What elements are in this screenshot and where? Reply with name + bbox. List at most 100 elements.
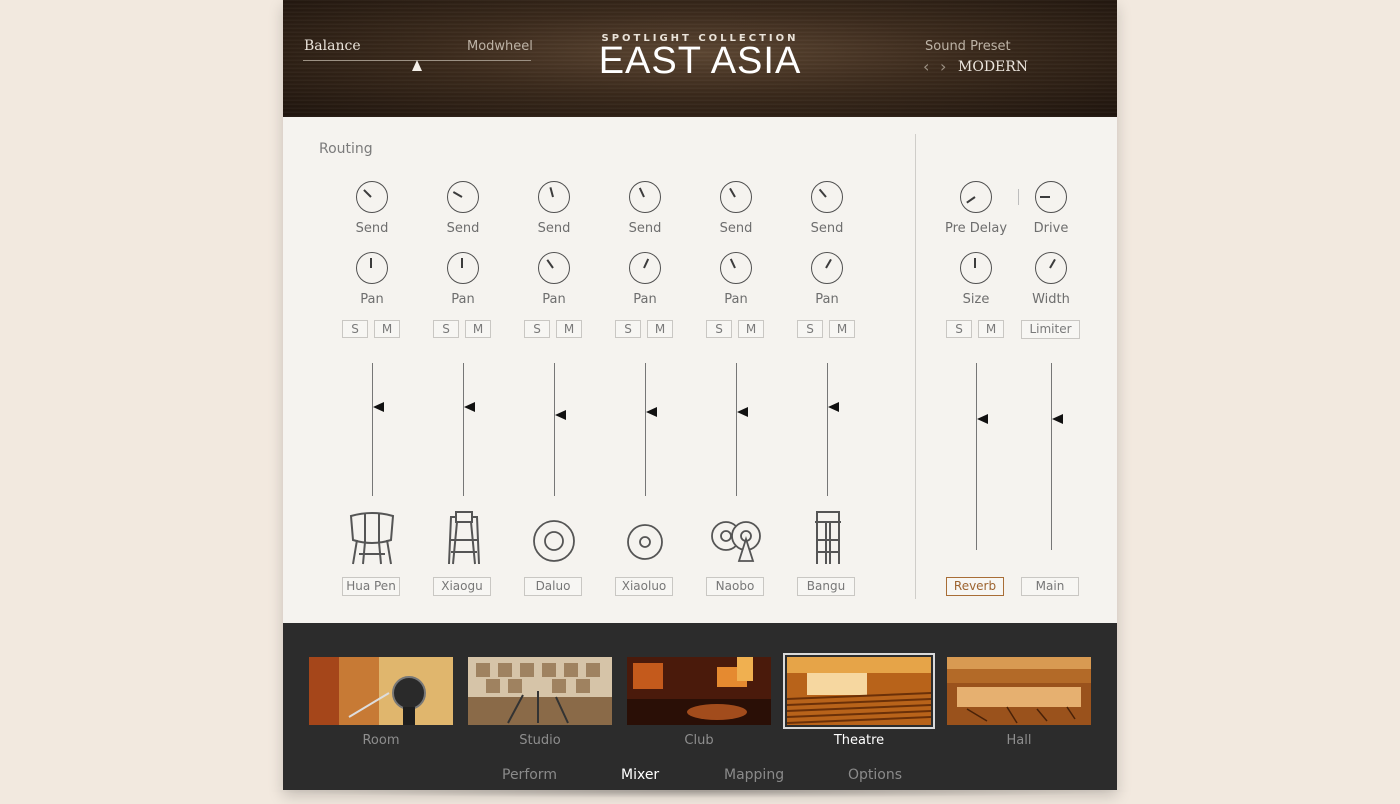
xiaoluo-gong-icon xyxy=(627,524,663,560)
send-knob[interactable] xyxy=(811,181,843,213)
east-asia-plugin-window: Balance Modwheel SPOTLIGHT COLLECTION EA… xyxy=(283,0,1117,790)
drive-knob[interactable] xyxy=(1035,181,1067,213)
send-label: Send xyxy=(719,221,753,236)
bangu-drum-icon xyxy=(815,511,841,564)
channel-label-daluo[interactable]: Daluo xyxy=(524,577,582,596)
sound-preset-value[interactable]: MODERN xyxy=(958,59,1028,75)
send-label: Send xyxy=(355,221,389,236)
fader-track[interactable] xyxy=(372,363,373,496)
hall-thumbnail[interactable] xyxy=(947,657,1091,725)
fader-track[interactable] xyxy=(827,363,828,496)
send-knob[interactable] xyxy=(447,181,479,213)
mixer-panel: Routing Send Pan S M Hua Pen Send Pan S … xyxy=(283,117,1117,623)
send-label: Send xyxy=(537,221,571,236)
solo-button[interactable]: S xyxy=(524,320,550,338)
pan-label: Pan xyxy=(815,292,839,307)
mute-button[interactable]: M xyxy=(829,320,855,338)
pan-knob[interactable] xyxy=(356,252,388,284)
pan-knob[interactable] xyxy=(629,252,661,284)
fx-divider xyxy=(915,134,916,599)
sound-preset-label: Sound Preset xyxy=(925,39,1011,54)
reverb-channel-button[interactable]: Reverb xyxy=(946,577,1004,596)
width-knob[interactable] xyxy=(1035,252,1067,284)
solo-button[interactable]: S xyxy=(706,320,732,338)
hua-pen-drum-icon xyxy=(349,512,395,565)
room-label-studio[interactable]: Studio xyxy=(468,733,612,748)
pre-delay-knob[interactable] xyxy=(960,181,992,213)
fader-track[interactable] xyxy=(554,363,555,496)
mute-button[interactable]: M xyxy=(738,320,764,338)
naobo-cymbals-icon xyxy=(711,521,761,562)
channel-label-naobo[interactable]: Naobo xyxy=(706,577,764,596)
pan-label: Pan xyxy=(360,292,384,307)
pan-knob[interactable] xyxy=(720,252,752,284)
pan-label: Pan xyxy=(451,292,475,307)
main-fader-track[interactable] xyxy=(1051,363,1052,550)
preset-next-icon[interactable]: › xyxy=(940,57,946,76)
mute-button[interactable]: M xyxy=(556,320,582,338)
channel-label-hua-pen[interactable]: Hua Pen xyxy=(342,577,400,596)
preset-previous-icon[interactable]: ‹ xyxy=(923,57,929,76)
reverb-fader-track[interactable] xyxy=(976,363,977,550)
channel-label-bangu[interactable]: Bangu xyxy=(797,577,855,596)
solo-button[interactable]: S xyxy=(433,320,459,338)
pan-label: Pan xyxy=(724,292,748,307)
solo-button[interactable]: S xyxy=(946,320,972,338)
solo-button[interactable]: S xyxy=(342,320,368,338)
send-label: Send xyxy=(446,221,480,236)
room-label-theatre[interactable]: Theatre xyxy=(787,733,931,748)
send-label: Send xyxy=(810,221,844,236)
studio-thumbnail[interactable] xyxy=(468,657,612,725)
pan-knob[interactable] xyxy=(538,252,570,284)
room-label-room[interactable]: Room xyxy=(309,733,453,748)
main-channel-button[interactable]: Main xyxy=(1021,577,1079,596)
pan-label: Pan xyxy=(633,292,657,307)
room-label-club[interactable]: Club xyxy=(627,733,771,748)
mute-button[interactable]: M xyxy=(465,320,491,338)
pan-knob[interactable] xyxy=(811,252,843,284)
pan-label: Pan xyxy=(542,292,566,307)
header: Balance Modwheel SPOTLIGHT COLLECTION EA… xyxy=(283,0,1117,117)
xiaogu-drum-icon xyxy=(448,511,480,565)
send-knob[interactable] xyxy=(720,181,752,213)
send-label: Send xyxy=(628,221,662,236)
pan-knob[interactable] xyxy=(447,252,479,284)
drive-marker xyxy=(1018,189,1019,205)
send-knob[interactable] xyxy=(538,181,570,213)
solo-button[interactable]: S xyxy=(615,320,641,338)
footer-panel: Room Studio Club Theatre Hall Perform Mi… xyxy=(283,623,1117,790)
routing-label: Routing xyxy=(319,141,373,157)
daluo-gong-icon xyxy=(533,520,575,562)
fader-handle[interactable] xyxy=(737,407,748,417)
send-knob[interactable] xyxy=(356,181,388,213)
fader-track[interactable] xyxy=(463,363,464,496)
fader-track[interactable] xyxy=(736,363,737,496)
channel-label-xiaogu[interactable]: Xiaogu xyxy=(433,577,491,596)
limiter-button[interactable]: Limiter xyxy=(1021,320,1080,339)
size-knob[interactable] xyxy=(960,252,992,284)
theatre-thumbnail[interactable] xyxy=(783,653,935,729)
main-fader-handle[interactable] xyxy=(1052,414,1063,424)
solo-button[interactable]: S xyxy=(797,320,823,338)
send-knob[interactable] xyxy=(629,181,661,213)
room-label-hall[interactable]: Hall xyxy=(947,733,1091,748)
tab-options[interactable]: Options xyxy=(848,767,902,783)
tab-mixer[interactable]: Mixer xyxy=(621,767,659,783)
fader-handle[interactable] xyxy=(464,402,475,412)
channel-label-xiaoluo[interactable]: Xiaoluo xyxy=(615,577,673,596)
reverb-fader-handle[interactable] xyxy=(977,414,988,424)
width-label: Width xyxy=(1032,292,1070,307)
drive-label: Drive xyxy=(1033,221,1069,236)
fader-handle[interactable] xyxy=(828,402,839,412)
mute-button[interactable]: M xyxy=(374,320,400,338)
tab-perform[interactable]: Perform xyxy=(502,767,557,783)
fader-track[interactable] xyxy=(645,363,646,496)
room-thumbnail[interactable] xyxy=(309,657,453,725)
mute-button[interactable]: M xyxy=(647,320,673,338)
fader-handle[interactable] xyxy=(555,410,566,420)
tab-mapping[interactable]: Mapping xyxy=(724,767,784,783)
fader-handle[interactable] xyxy=(646,407,657,417)
fader-handle[interactable] xyxy=(373,402,384,412)
club-thumbnail[interactable] xyxy=(627,657,771,725)
mute-button[interactable]: M xyxy=(978,320,1004,338)
